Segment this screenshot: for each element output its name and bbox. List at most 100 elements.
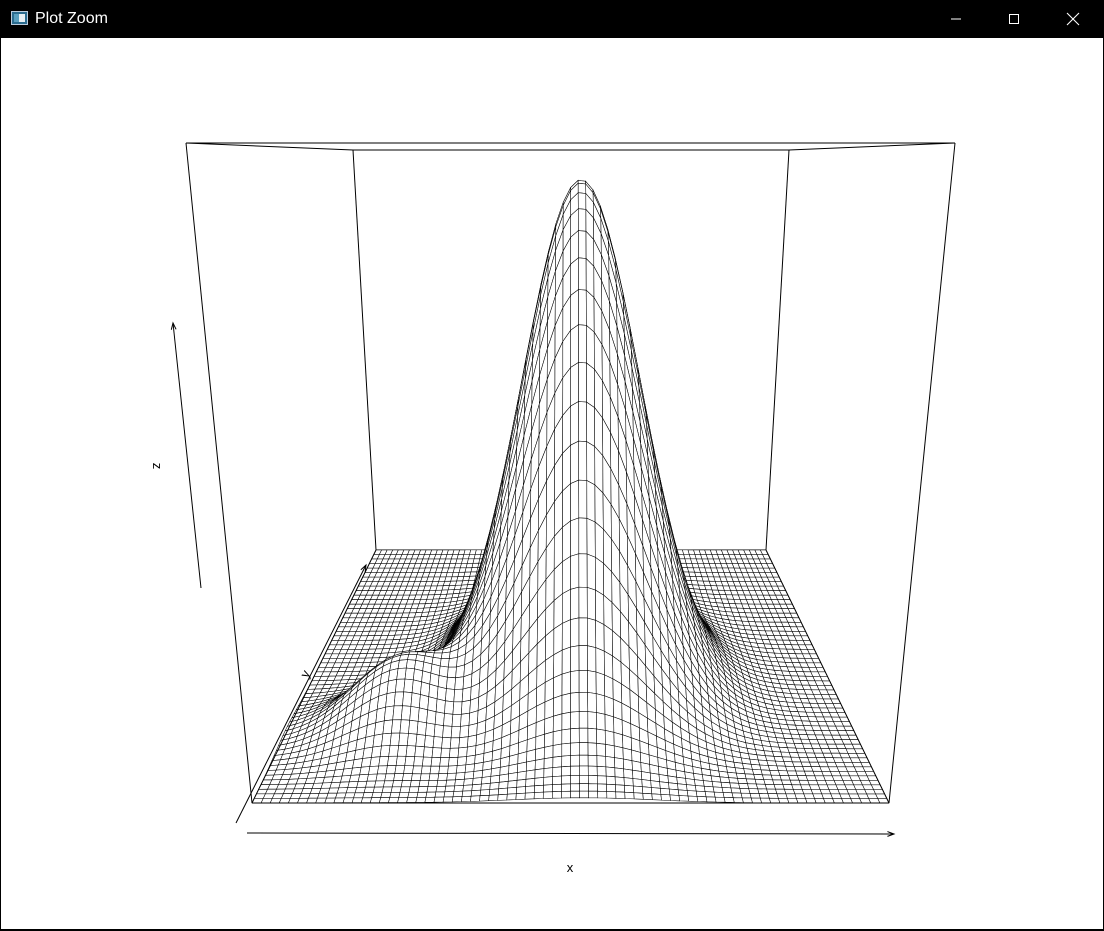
surface-facet: [741, 797, 753, 803]
surface-facet: [428, 773, 440, 781]
surface-facet: [579, 783, 589, 792]
surface-facet: [748, 788, 760, 794]
surface-facet: [427, 780, 439, 787]
surface-facet: [579, 754, 589, 767]
surface-facet: [552, 755, 563, 768]
surface-facet: [622, 747, 633, 762]
title-bar[interactable]: Plot Zoom: [0, 0, 1104, 38]
surface-facet: [416, 791, 428, 798]
surface-facet: [705, 796, 717, 803]
surface-facet: [586, 324, 595, 370]
surface-facet: [642, 786, 653, 795]
surface-facet: [658, 774, 669, 784]
surface-facet: [423, 746, 434, 758]
surface-facet: [447, 666, 457, 679]
surface-facet: [543, 776, 553, 786]
surface-facet: [397, 659, 408, 669]
surface-facet: [614, 767, 625, 778]
surface-facet: [595, 647, 605, 676]
surface-facet: [596, 712, 606, 731]
surface-facet: [359, 766, 371, 776]
surface-facet: [543, 756, 554, 769]
surface-facet: [587, 765, 598, 776]
surface-facet: [437, 773, 448, 781]
surface-facet: [445, 688, 455, 703]
surface-facet: [440, 747, 451, 758]
surface-facet: [595, 619, 605, 652]
surface-facet: [562, 555, 571, 595]
close-button[interactable]: [1044, 0, 1102, 38]
surface-facet: [534, 758, 545, 771]
x-axis-arrow: [246, 832, 895, 835]
surface-facet: [561, 711, 571, 731]
minimize-button[interactable]: [927, 0, 985, 38]
surface-facet: [461, 790, 473, 797]
surface-facet: [426, 709, 437, 725]
surface-facet: [562, 482, 571, 528]
surface-facet: [714, 796, 726, 803]
surface-facet: [481, 768, 492, 778]
plot-zoom-window: Plot Zoom x y z: [0, 0, 1104, 931]
surface-facet: [507, 787, 517, 795]
surface-facet: [587, 692, 597, 713]
z-axis-arrow: [172, 322, 202, 589]
surface-facet: [586, 401, 595, 447]
maximize-button[interactable]: [985, 0, 1043, 38]
surface-facet: [623, 758, 633, 771]
surface-facet: [381, 732, 392, 747]
surface-facet: [577, 182, 587, 194]
surface-facet: [544, 715, 554, 735]
surface-facet: [570, 479, 580, 522]
surface-facet: [397, 745, 408, 757]
surface-facet: [446, 676, 456, 690]
surface-facet: [405, 745, 417, 757]
surface-facet: [447, 765, 458, 774]
surface-facet: [587, 617, 597, 648]
surface-facet: [427, 696, 438, 713]
surface-facet: [471, 783, 482, 791]
surface-facet: [441, 737, 452, 749]
surface-facet: [739, 788, 751, 794]
surface-facet: [552, 766, 562, 777]
surface-facet: [570, 440, 579, 485]
surface-facet: [393, 691, 405, 707]
surface-facet: [597, 783, 607, 792]
surface-facet: [613, 732, 624, 749]
surface-facet: [651, 793, 662, 801]
surface-facet: [434, 711, 445, 727]
surface-facet: [452, 701, 463, 715]
surface-facet: [613, 745, 624, 760]
surface-facet: [561, 765, 571, 777]
surface-facet: [516, 778, 527, 788]
surface-facet: [570, 783, 580, 792]
surface-facet: [400, 705, 412, 721]
surface-facet: [390, 786, 402, 793]
surface-facet: [472, 777, 483, 786]
surface-facet: [435, 785, 447, 793]
surface-facet: [668, 782, 679, 791]
surface-facet: [543, 767, 554, 778]
surface-facet: [451, 796, 463, 803]
surface-facet: [605, 775, 616, 785]
surface-facet: [544, 731, 554, 748]
surface-facet: [420, 681, 431, 698]
surface-facet: [455, 764, 467, 774]
surface-facet: [678, 795, 690, 802]
surface-facet: [391, 719, 402, 734]
surface-facet: [534, 777, 545, 787]
surface-facet: [596, 742, 606, 757]
surface-facet: [597, 775, 607, 785]
surface-facet: [614, 776, 625, 786]
box-top-left-edge: [185, 142, 354, 151]
surface-facet: [411, 679, 422, 695]
surface-facet: [596, 755, 607, 768]
surface-facet: [445, 779, 456, 787]
surface-facet: [552, 783, 562, 792]
surface-facet: [570, 553, 580, 590]
surface-facet: [651, 787, 662, 795]
surface-facet: [480, 782, 491, 791]
surface-facet: [409, 780, 421, 788]
surface-facet: [594, 521, 604, 564]
surface-facet: [595, 589, 605, 626]
surface-facet: [570, 711, 580, 730]
